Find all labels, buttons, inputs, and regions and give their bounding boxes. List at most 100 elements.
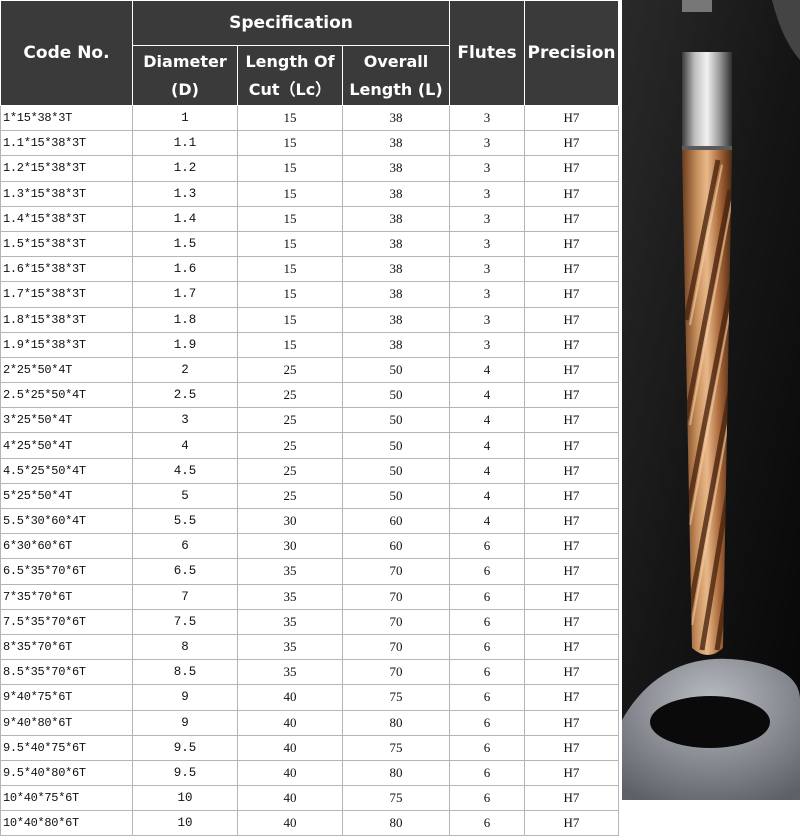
cell-precision: H7 [524, 482, 619, 510]
header-length-of-cut-line2: Cut（Lc） [248, 79, 332, 99]
cell-precision: H7 [524, 104, 619, 132]
cell-precision: H7 [524, 457, 619, 484]
cell-code-no: 1.5*15*38*3T [0, 230, 133, 258]
cell-code-no: 5*25*50*4T [0, 482, 133, 510]
cell-length-of-cut: 15 [237, 281, 343, 308]
table-row: 1.4*15*38*3T 1.4 15 38 3 H7 [0, 205, 619, 232]
cell-code-no: 6*30*60*6T [0, 533, 133, 560]
cell-flutes: 3 [449, 104, 525, 132]
cell-diameter: 2 [132, 356, 238, 384]
cell-flutes: 3 [449, 205, 525, 232]
table-row: 4*25*50*4T 4 25 50 4 H7 [0, 432, 619, 459]
cell-diameter: 10 [132, 810, 238, 836]
cell-flutes: 3 [449, 155, 525, 182]
cell-code-no: 3*25*50*4T [0, 407, 133, 434]
cell-length-of-cut: 40 [237, 734, 343, 761]
cell-precision: H7 [524, 583, 619, 610]
product-photo [622, 0, 800, 800]
cell-flutes: 6 [449, 659, 525, 686]
cell-overall-length: 38 [342, 230, 450, 258]
cell-flutes: 6 [449, 583, 525, 610]
cell-overall-length: 38 [342, 281, 450, 308]
cell-length-of-cut: 35 [237, 608, 343, 635]
cell-code-no: 9*40*75*6T [0, 684, 133, 711]
table-row: 1.8*15*38*3T 1.8 15 38 3 H7 [0, 306, 619, 333]
cell-length-of-cut: 15 [237, 130, 343, 157]
cell-overall-length: 70 [342, 633, 450, 661]
table-row: 5.5*30*60*4T 5.5 30 60 4 H7 [0, 507, 619, 535]
cell-code-no: 8.5*35*70*6T [0, 659, 133, 686]
cell-diameter: 8 [132, 633, 238, 661]
cell-flutes: 6 [449, 810, 525, 836]
header-length-of-cut-line1: Length Of [245, 51, 335, 71]
cell-length-of-cut: 25 [237, 482, 343, 510]
table-row: 8.5*35*70*6T 8.5 35 70 6 H7 [0, 659, 619, 686]
cell-precision: H7 [524, 608, 619, 635]
cell-precision: H7 [524, 281, 619, 308]
cell-overall-length: 60 [342, 533, 450, 560]
cell-overall-length: 60 [342, 507, 450, 535]
cell-flutes: 6 [449, 785, 525, 812]
cell-overall-length: 70 [342, 608, 450, 635]
cell-diameter: 7.5 [132, 608, 238, 635]
cell-code-no: 1.9*15*38*3T [0, 331, 133, 358]
table-row: 1*15*38*3T 1 15 38 3 H7 [0, 104, 619, 132]
cell-length-of-cut: 15 [237, 104, 343, 132]
cell-length-of-cut: 25 [237, 432, 343, 459]
cell-code-no: 10*40*80*6T [0, 810, 133, 836]
cell-diameter: 5.5 [132, 507, 238, 535]
cell-precision: H7 [524, 155, 619, 182]
table-row: 1.6*15*38*3T 1.6 15 38 3 H7 [0, 256, 619, 283]
cell-diameter: 6 [132, 533, 238, 560]
cell-diameter: 3 [132, 407, 238, 434]
cell-diameter: 1 [132, 104, 238, 132]
header-code-no: Code No. [0, 0, 133, 106]
cell-overall-length: 38 [342, 306, 450, 333]
spec-table: Code No. Specification Flutes Precision … [0, 0, 619, 836]
table-row: 10*40*75*6T 10 40 75 6 H7 [0, 785, 619, 812]
cell-length-of-cut: 35 [237, 583, 343, 610]
cell-length-of-cut: 30 [237, 507, 343, 535]
cell-diameter: 1.9 [132, 331, 238, 358]
table-row: 6.5*35*70*6T 6.5 35 70 6 H7 [0, 558, 619, 585]
cell-diameter: 9 [132, 709, 238, 736]
cell-code-no: 1.6*15*38*3T [0, 256, 133, 283]
cell-flutes: 6 [449, 533, 525, 560]
cell-code-no: 9*40*80*6T [0, 709, 133, 736]
cell-length-of-cut: 15 [237, 180, 343, 207]
cell-diameter: 1.7 [132, 281, 238, 308]
cell-code-no: 1.8*15*38*3T [0, 306, 133, 333]
cell-length-of-cut: 30 [237, 533, 343, 560]
cell-length-of-cut: 40 [237, 785, 343, 812]
cell-diameter: 6.5 [132, 558, 238, 585]
cell-diameter: 1.4 [132, 205, 238, 232]
cell-code-no: 4.5*25*50*4T [0, 457, 133, 484]
cell-precision: H7 [524, 507, 619, 535]
cell-code-no: 4*25*50*4T [0, 432, 133, 459]
cell-overall-length: 75 [342, 734, 450, 761]
cell-length-of-cut: 15 [237, 256, 343, 283]
cell-precision: H7 [524, 684, 619, 711]
cell-diameter: 9.5 [132, 734, 238, 761]
cell-flutes: 6 [449, 633, 525, 661]
cell-length-of-cut: 15 [237, 306, 343, 333]
cell-precision: H7 [524, 382, 619, 409]
table-row: 1.2*15*38*3T 1.2 15 38 3 H7 [0, 155, 619, 182]
cell-diameter: 1.5 [132, 230, 238, 258]
cell-diameter: 9.5 [132, 759, 238, 787]
cell-flutes: 3 [449, 180, 525, 207]
cell-code-no: 7.5*35*70*6T [0, 608, 133, 635]
cell-overall-length: 70 [342, 558, 450, 585]
cell-precision: H7 [524, 659, 619, 686]
cell-length-of-cut: 40 [237, 810, 343, 836]
cell-overall-length: 38 [342, 256, 450, 283]
cell-length-of-cut: 15 [237, 331, 343, 358]
cell-flutes: 3 [449, 306, 525, 333]
cell-overall-length: 75 [342, 684, 450, 711]
cell-flutes: 4 [449, 507, 525, 535]
cell-precision: H7 [524, 205, 619, 232]
table-row: 1.9*15*38*3T 1.9 15 38 3 H7 [0, 331, 619, 358]
cell-flutes: 6 [449, 608, 525, 635]
cell-diameter: 4 [132, 432, 238, 459]
table-row: 4.5*25*50*4T 4.5 25 50 4 H7 [0, 457, 619, 484]
